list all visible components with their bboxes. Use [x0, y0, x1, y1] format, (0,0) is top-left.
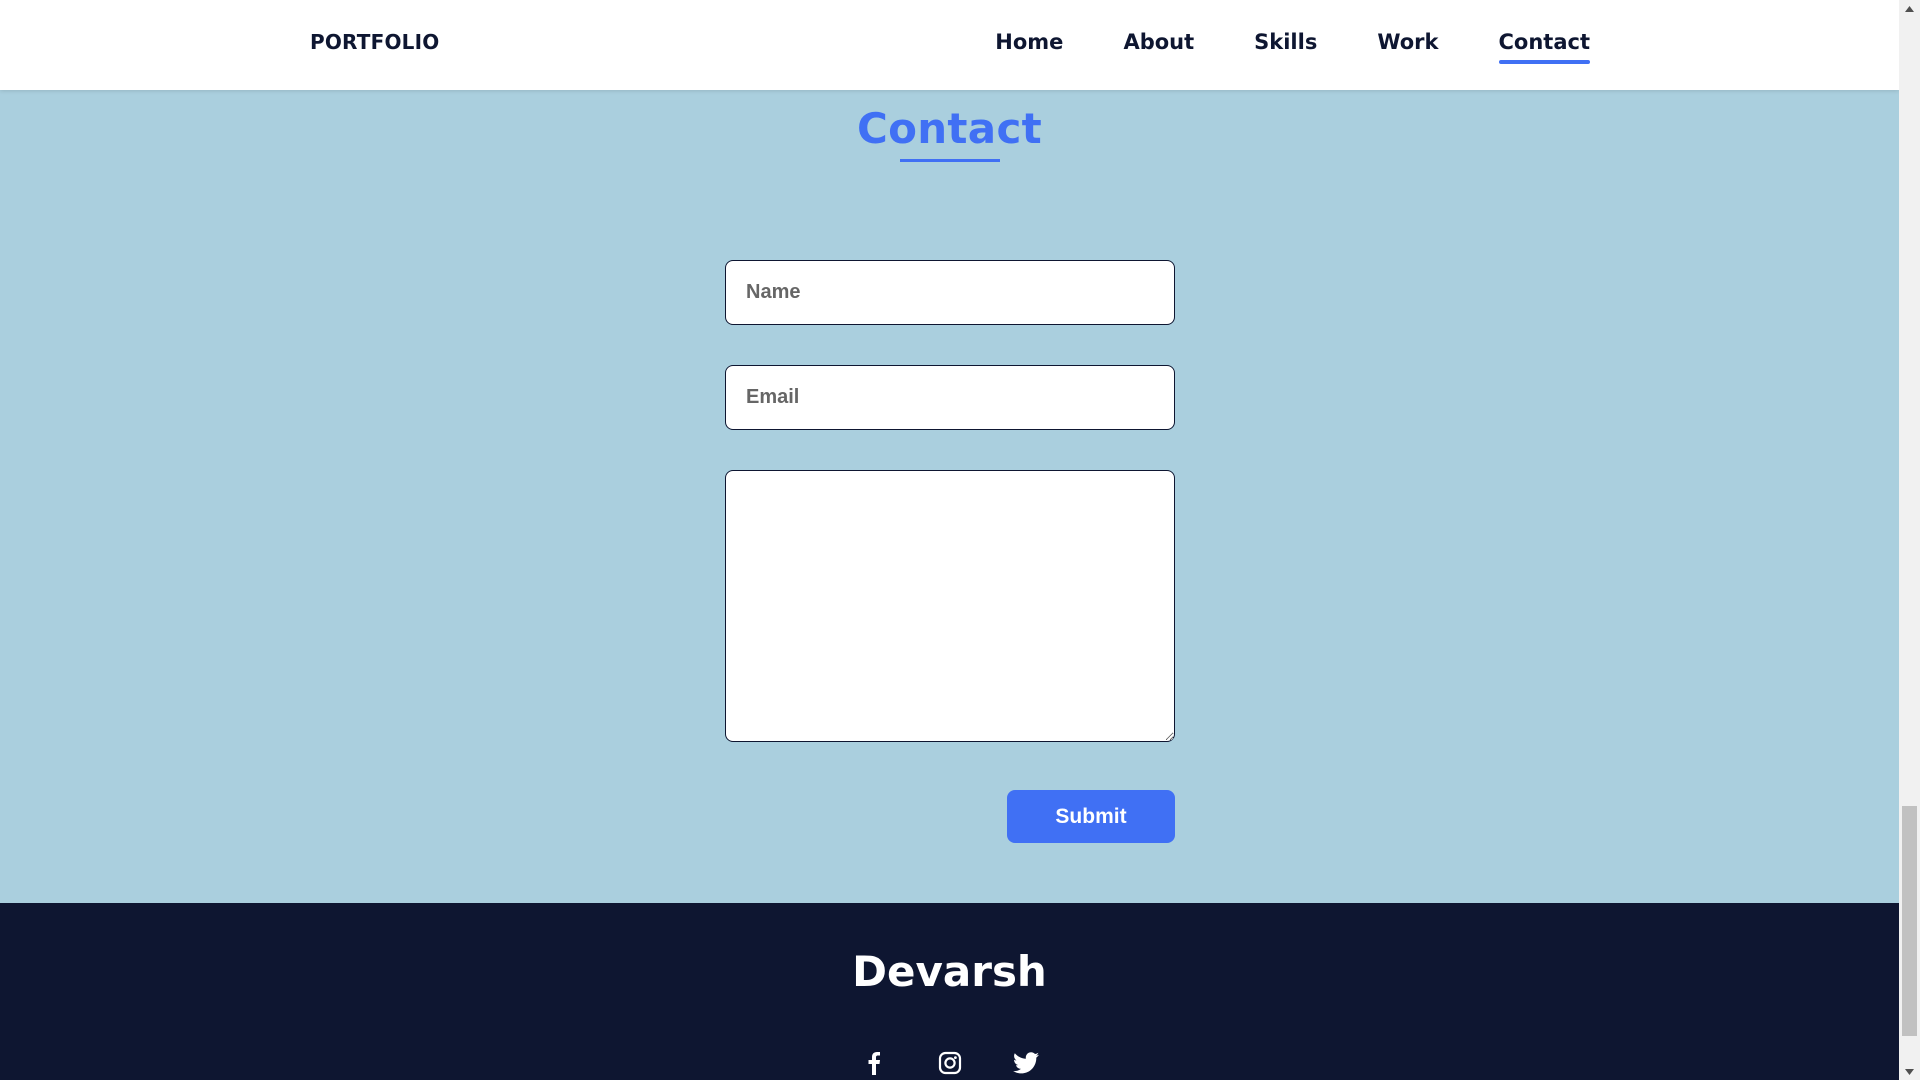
main-nav: Home About Skills Work Contact: [995, 30, 1590, 66]
logo[interactable]: PORTFOLIO: [310, 30, 439, 54]
page: PORTFOLIO Home About Skills Work Contact…: [0, 0, 1899, 1080]
facebook-glyph: [868, 1052, 880, 1075]
submit-button[interactable]: Submit: [1007, 790, 1175, 843]
section-title: Contact: [856, 104, 1043, 153]
facebook-icon[interactable]: [860, 1049, 888, 1077]
email-field[interactable]: [725, 365, 1175, 430]
scroll-up-icon[interactable]: [1899, 0, 1920, 17]
message-field[interactable]: [725, 470, 1175, 742]
nav-home[interactable]: Home: [995, 30, 1063, 66]
name-field[interactable]: [725, 260, 1175, 325]
site-header: PORTFOLIO Home About Skills Work Contact: [0, 0, 1899, 90]
twitter-icon[interactable]: [1012, 1049, 1040, 1077]
nav-work[interactable]: Work: [1377, 30, 1438, 66]
nav-contact[interactable]: Contact: [1498, 30, 1590, 66]
site-footer: Devarsh: [0, 903, 1899, 1080]
footer-name: Devarsh: [852, 947, 1047, 996]
nav-about[interactable]: About: [1123, 30, 1194, 66]
instagram-glyph: [938, 1051, 961, 1075]
scroll-down-icon[interactable]: [1899, 1063, 1920, 1080]
contact-form: Submit: [725, 260, 1175, 843]
vertical-scrollbar[interactable]: [1899, 0, 1920, 1080]
instagram-icon[interactable]: [936, 1049, 964, 1077]
twitter-glyph: [1012, 1052, 1039, 1074]
scrollbar-thumb[interactable]: [1902, 806, 1917, 1036]
nav-skills[interactable]: Skills: [1254, 30, 1317, 66]
title-underline: [900, 159, 1000, 162]
social-links: [0, 1049, 1899, 1077]
